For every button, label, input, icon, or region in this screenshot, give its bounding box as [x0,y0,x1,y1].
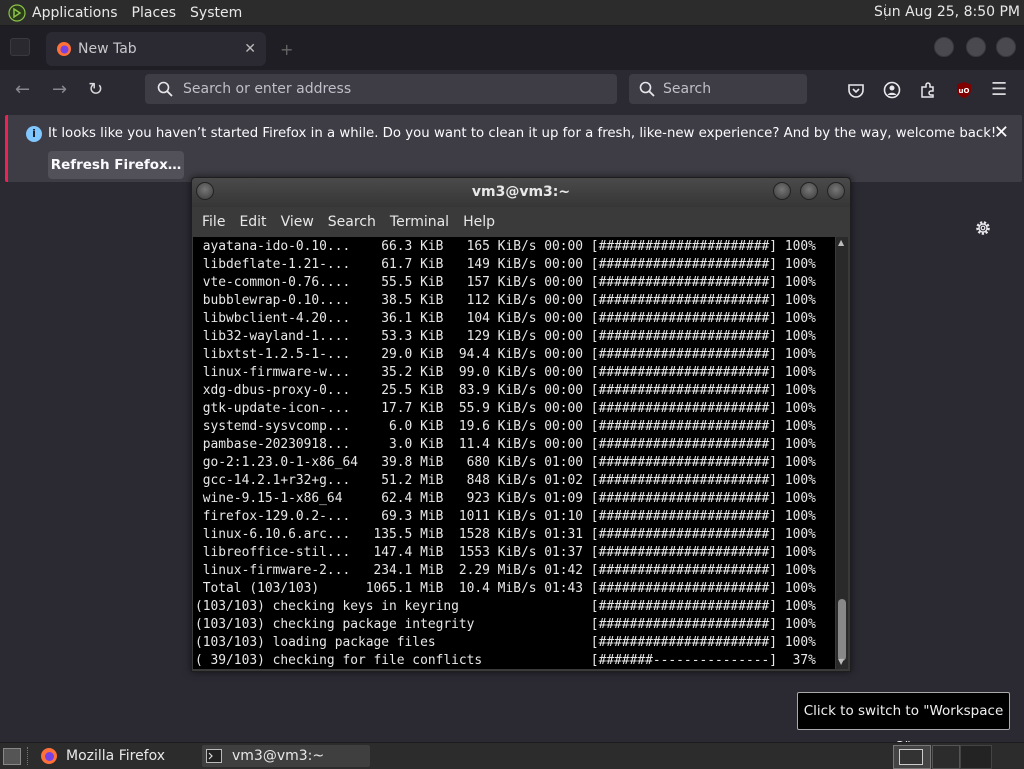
gear-icon[interactable] [974,219,992,237]
terminal-close-button[interactable] [827,182,845,200]
terminal-screen[interactable]: ayatana-ido-0.10... 66.3 KiB 165 KiB/s 0… [193,237,835,669]
scroll-up-icon[interactable]: ▲ [838,238,844,247]
ublock-origin-icon[interactable]: uO [955,81,973,99]
terminal-line: go-2:1.23.0-1-x86_64 39.8 MiB 680 KiB/s … [195,455,816,470]
terminal-line: vte-common-0.76.... 55.5 KiB 157 KiB/s 0… [195,275,816,290]
terminal-scrollbar[interactable]: ▲ ▼ [836,237,848,669]
workspace-2[interactable] [932,745,960,769]
terminal-line: libdeflate-1.21-... 61.7 KiB 149 KiB/s 0… [195,257,816,272]
back-button[interactable]: ← [15,80,30,100]
terminal-line: pambase-20230918... 3.0 KiB 11.4 KiB/s 0… [195,437,816,452]
terminal-line: (103/103) checking keys in keyring [####… [195,599,816,614]
menu-file[interactable]: File [202,214,225,230]
scrollbar-thumb[interactable] [838,599,846,661]
places-menu[interactable]: Places [132,5,177,21]
terminal-line: libreoffice-stil... 147.4 MiB 1553 KiB/s… [195,545,816,560]
terminal-line: (103/103) checking package integrity [##… [195,617,816,632]
terminal-line: bubblewrap-0.10.... 38.5 KiB 112 KiB/s 0… [195,293,816,308]
tab-new-tab[interactable]: New Tab ✕ [46,32,266,66]
terminal-line: firefox-129.0.2-... 69.3 MiB 1011 KiB/s … [195,509,816,524]
terminal-menubar: File Edit View Search Terminal Help [192,207,850,237]
new-tab-button[interactable]: + [280,40,293,59]
terminal-line: xdg-dbus-proxy-0... 25.5 KiB 83.9 KiB/s … [195,383,816,398]
terminal-line: lib32-wayland-1.... 53.3 KiB 129 KiB/s 0… [195,329,816,344]
firefox-navbar: ← → ↻ Search or enter address Search uO … [0,70,1024,110]
search-icon [639,81,655,97]
firefox-tabbar: New Tab ✕ + [0,26,1024,70]
close-window-button[interactable] [996,37,1016,57]
applications-menu[interactable]: Applications [32,5,118,21]
terminal-line: ( 39/103) checking for file conflicts [#… [195,653,816,668]
terminal-line: Total (103/103) 1065.1 MiB 10.4 MiB/s 01… [195,581,816,596]
workspace-3[interactable] [960,745,992,769]
extensions-icon[interactable] [919,81,937,99]
terminal-line: libxtst-1.2.5-1-... 29.0 KiB 94.4 KiB/s … [195,347,816,362]
menu-view[interactable]: View [281,214,314,230]
task-label: Mozilla Firefox [66,748,166,764]
terminal-titlebar[interactable]: vm3@vm3:~ [192,178,850,207]
terminal-maximize-button[interactable] [800,182,818,200]
minimize-button[interactable] [934,37,954,57]
search-bar[interactable]: Search [629,74,807,104]
pocket-icon[interactable] [847,81,865,99]
list-all-tabs-icon[interactable] [10,38,30,56]
top-panel: Applications Places System Sun Aug 25, 8… [0,0,1024,26]
terminal-line: gcc-14.2.1+r32+g... 51.2 MiB 848 KiB/s 0… [195,473,816,488]
clock[interactable]: Sun Aug 25, 8:50 PM [874,4,1020,20]
workspace-tooltip: Click to switch to "Workspace 2" [797,692,1010,755]
refresh-firefox-button[interactable]: Refresh Firefox… [48,151,184,179]
forward-button[interactable]: → [52,80,67,100]
menu-edit[interactable]: Edit [239,214,266,230]
terminal-line: systemd-sysvcomp... 6.0 KiB 19.6 KiB/s 0… [195,419,816,434]
terminal-line: (103/103) loading package files [#######… [195,635,816,650]
terminal-title: vm3@vm3:~ [471,184,571,200]
menu-search[interactable]: Search [328,214,376,230]
menu-help[interactable]: Help [463,214,495,230]
system-menu[interactable]: System [190,5,242,21]
app-menu-button[interactable]: ☰ [991,80,1007,100]
task-terminal[interactable]: vm3@vm3:~ [202,745,370,767]
tab-title: New Tab [78,41,137,57]
url-placeholder: Search or enter address [183,81,352,97]
firefox-notification-bar: i It looks like you haven’t started Fire… [5,115,1022,182]
firefox-favicon-icon [57,42,71,56]
task-label: vm3@vm3:~ [232,748,325,764]
scroll-down-icon[interactable]: ▼ [838,657,844,666]
panel-separator [27,747,28,765]
terminal-line: libwbclient-4.20... 36.1 KiB 104 KiB/s 0… [195,311,816,326]
terminal-output: ayatana-ido-0.10... 66.3 KiB 165 KiB/s 0… [195,238,816,669]
maximize-button[interactable] [966,37,986,57]
terminal-line: gtk-update-icon-... 17.7 KiB 55.9 KiB/s … [195,401,816,416]
workspace-1[interactable] [893,745,931,769]
terminal-line: linux-firmware-w... 35.2 KiB 99.0 KiB/s … [195,365,816,380]
workspace-window-thumb [899,749,923,765]
menu-terminal[interactable]: Terminal [390,214,449,230]
firefox-icon [41,748,57,764]
reload-button[interactable]: ↻ [88,80,103,100]
svg-text:uO: uO [959,87,970,95]
bottom-panel: Mozilla Firefox vm3@vm3:~ [0,742,1024,769]
notification-message: It looks like you haven’t started Firefo… [48,126,997,141]
terminal-minimize-button[interactable] [773,182,791,200]
terminal-line: linux-6.10.6.arc... 135.5 MiB 1528 KiB/s… [195,527,816,542]
notification-close-icon[interactable]: ✕ [994,122,1009,143]
tab-close-icon[interactable]: ✕ [244,41,256,57]
terminal-window: vm3@vm3:~ File Edit View Search Terminal… [191,177,851,672]
terminal-line: linux-firmware-2... 234.1 MiB 2.29 MiB/s… [195,563,816,578]
terminal-line: wine-9.15-1-x86_64 62.4 MiB 923 KiB/s 01… [195,491,816,506]
search-icon [157,81,173,97]
account-icon[interactable] [883,81,901,99]
task-firefox[interactable]: Mozilla Firefox [36,745,196,767]
mate-logo-icon[interactable] [8,3,26,22]
url-bar[interactable]: Search or enter address [145,74,617,104]
terminal-icon [206,749,222,763]
search-placeholder: Search [663,81,712,97]
info-icon: i [26,126,42,142]
show-desktop-icon[interactable] [3,748,21,765]
terminal-line: ayatana-ido-0.10... 66.3 KiB 165 KiB/s 0… [195,239,816,254]
